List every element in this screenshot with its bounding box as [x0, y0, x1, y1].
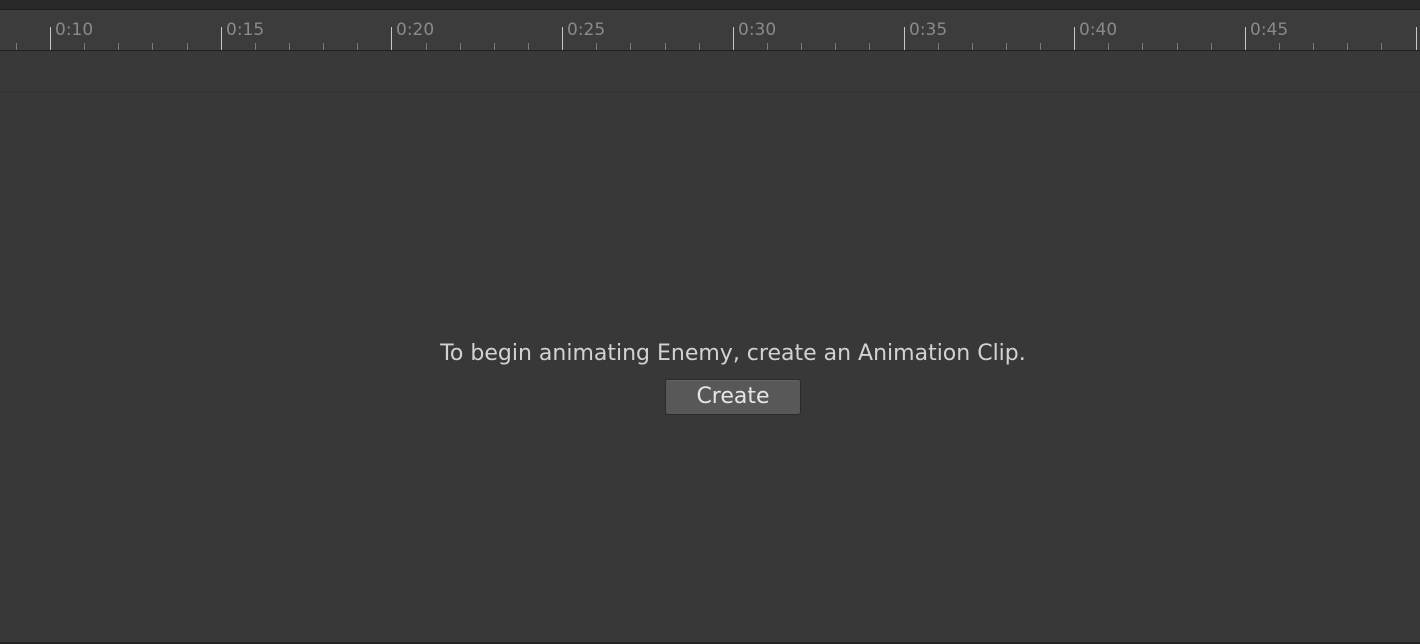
- timeline-ruler[interactable]: 0:10 0:15 0:20 0:25 0:30 0:35 0:40 0:45: [0, 10, 1420, 51]
- timeline-tick-label: 0:45: [1250, 20, 1289, 40]
- ruler-ticks: [16, 27, 1417, 50]
- timeline-tick-label: 0:10: [55, 20, 94, 40]
- timeline-tick-label: 0:35: [909, 20, 948, 40]
- timeline-tick-label: 0:30: [738, 20, 777, 40]
- window-toolbar-strip: [0, 0, 1420, 10]
- create-clip-button[interactable]: Create: [665, 379, 801, 415]
- timeline-tick-label: 0:20: [396, 20, 435, 40]
- animation-window: 0:10 0:15 0:20 0:25 0:30 0:35 0:40 0:45 To begi…: [0, 0, 1420, 644]
- empty-clip-area: To begin animating Enemy, create an Anim…: [0, 92, 1420, 642]
- timeline-tick-label: 0:25: [567, 20, 606, 40]
- timeline-tick-label: 0:15: [226, 20, 265, 40]
- timeline-tick-label: 0:40: [1079, 20, 1118, 40]
- create-clip-message: To begin animating Enemy, create an Anim…: [440, 341, 1026, 366]
- animation-event-lane[interactable]: [0, 52, 1420, 92]
